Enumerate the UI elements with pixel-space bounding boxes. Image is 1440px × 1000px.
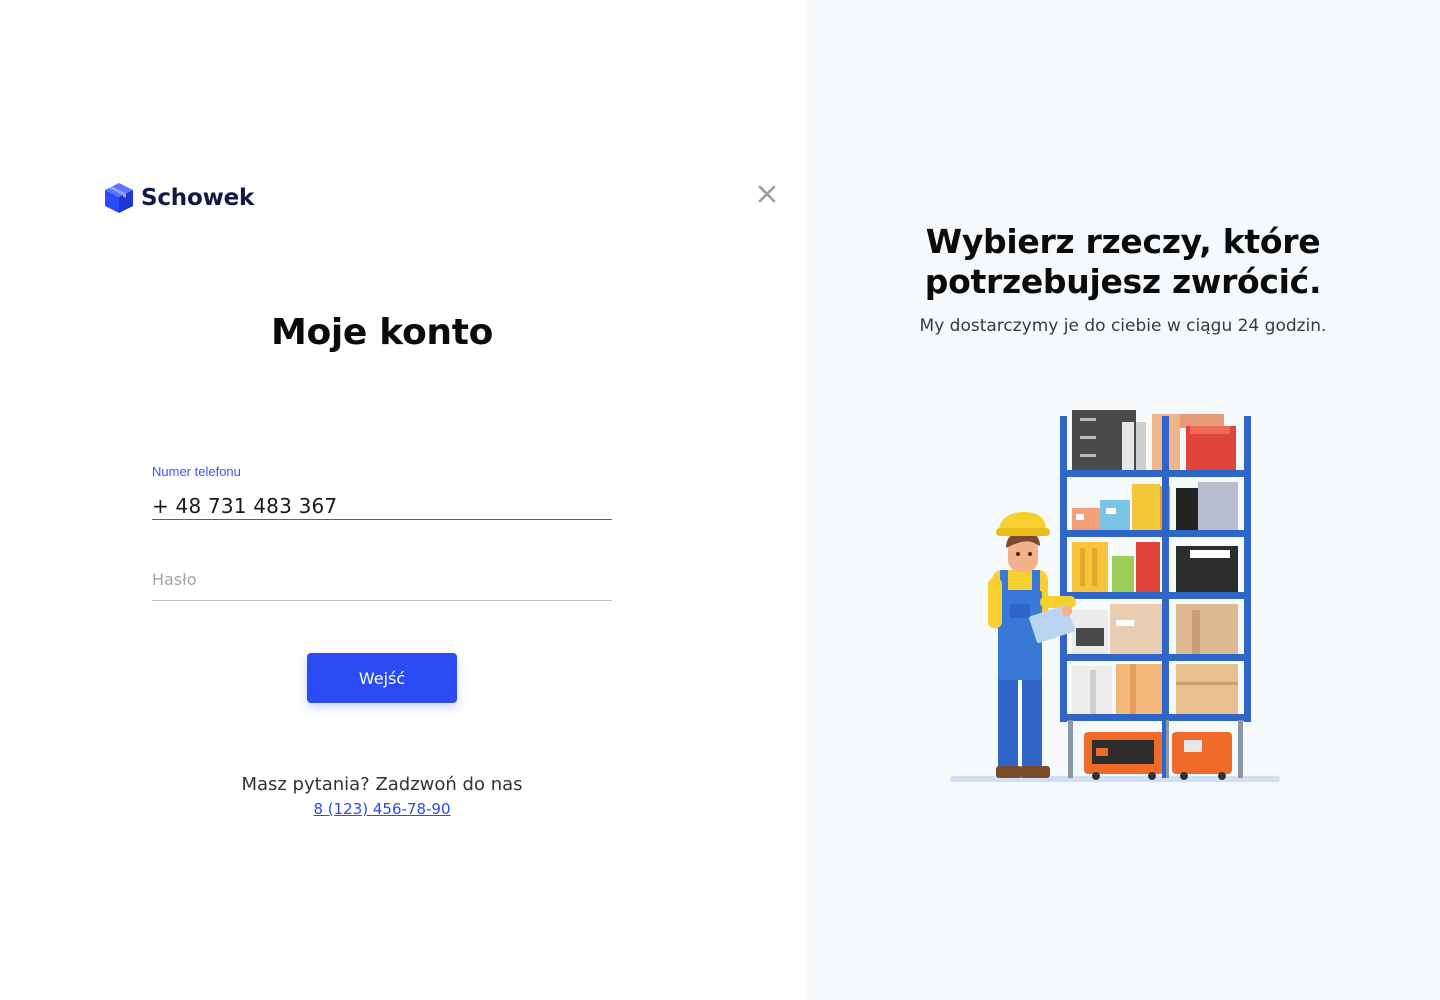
box-3d-icon (105, 183, 133, 213)
shelf-unit (1060, 410, 1251, 780)
password-field[interactable] (152, 558, 612, 601)
help-phone-link[interactable]: 8 (123) 456-78-90 (313, 800, 450, 818)
warehouse-worker-illustration (950, 410, 1280, 782)
close-icon (758, 185, 776, 203)
promo-title: Wybierz rzeczy, które potrzebujesz zwróc… (806, 222, 1440, 302)
promo-subtitle: My dostarczymy je do ciebie w ciągu 24 g… (919, 316, 1327, 336)
help-section: Masz pytania? Zadzwoń do nas 8 (123) 456… (152, 772, 612, 819)
close-button[interactable] (754, 181, 780, 207)
brand-name: Schowek (141, 185, 255, 211)
promo-title-line-1: Wybierz rzeczy, które (925, 222, 1321, 261)
brand-logo[interactable]: Schowek (104, 182, 254, 214)
phone-field-label: Numer telefonu (152, 464, 241, 479)
phone-input[interactable] (152, 488, 612, 524)
promo-title-line-2: potrzebujesz zwrócić. (924, 262, 1322, 301)
login-button[interactable]: Wejść (307, 653, 457, 703)
page-title: Moje konto (270, 312, 494, 353)
help-text: Masz pytania? Zadzwoń do nas (241, 774, 523, 795)
password-input[interactable] (152, 558, 612, 600)
phone-field[interactable]: Numer telefonu (152, 462, 612, 524)
